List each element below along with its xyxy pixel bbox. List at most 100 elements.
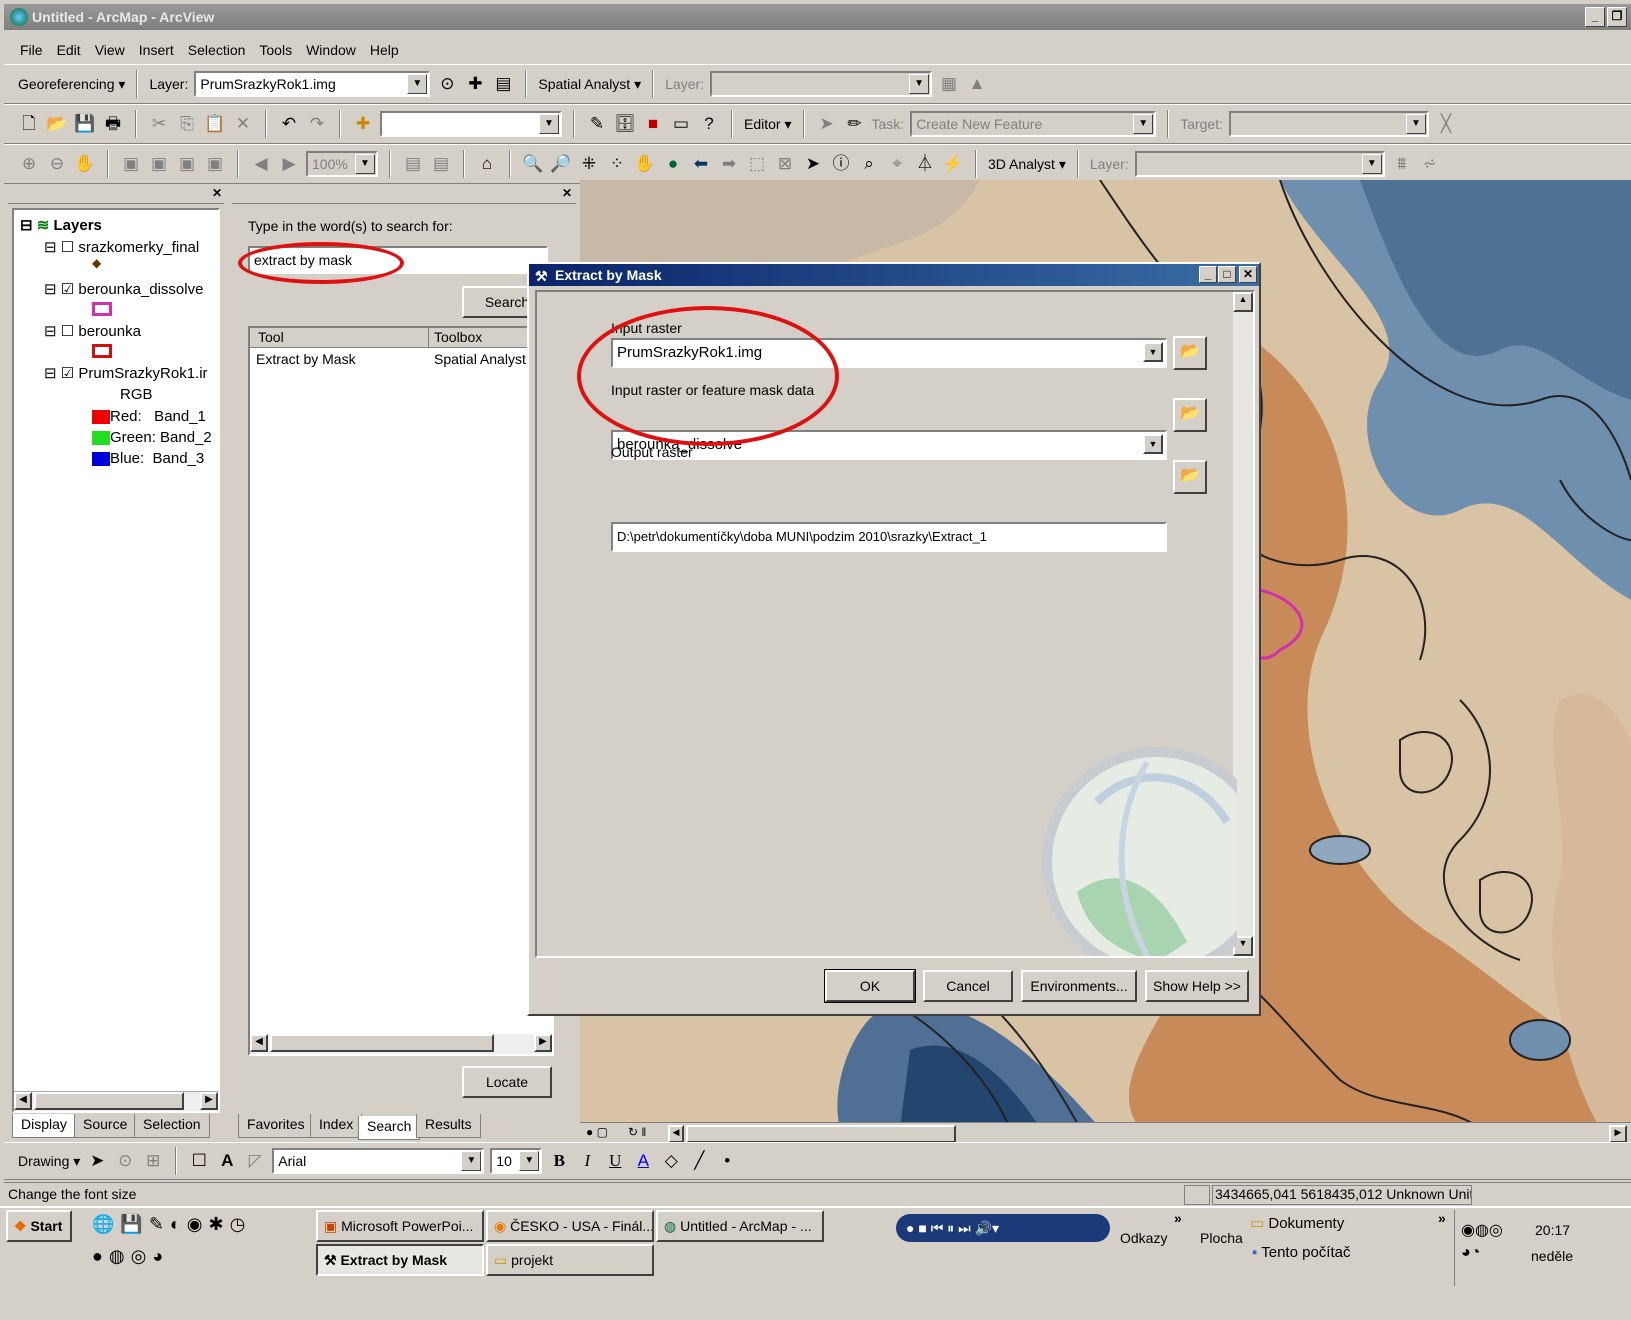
toc-hscrollbar[interactable]: ◀ ▶ bbox=[14, 1091, 218, 1111]
bold-icon[interactable]: B bbox=[548, 1150, 570, 1172]
environments-button[interactable]: Environments... bbox=[1021, 970, 1137, 1002]
scroll-right-icon[interactable]: ▶ bbox=[534, 1034, 552, 1052]
select-elements-icon[interactable]: ➤ bbox=[86, 1150, 108, 1172]
tab-source[interactable]: Source bbox=[74, 1114, 137, 1138]
delete-icon[interactable]: ✕ bbox=[232, 113, 254, 135]
result-row[interactable]: Extract by Mask Spatial Analyst T bbox=[250, 350, 552, 370]
tab-results[interactable]: Results bbox=[416, 1114, 481, 1138]
close-icon[interactable]: ✕ bbox=[212, 186, 222, 200]
scroll-right-icon[interactable]: ▶ bbox=[1609, 1125, 1627, 1143]
odkazy-toolbar[interactable]: Odkazy bbox=[1120, 1230, 1167, 1246]
back-extent-icon[interactable]: ◀ bbox=[250, 153, 272, 175]
zoom-selected-icon[interactable]: ⊞ bbox=[142, 1150, 164, 1172]
cut-icon[interactable]: ✂ bbox=[148, 113, 170, 135]
quick-launch-row2[interactable]: ●◍◎◕ bbox=[92, 1246, 169, 1267]
focus-frame-icon[interactable]: ▤ bbox=[430, 153, 452, 175]
tab-favorites[interactable]: Favorites bbox=[238, 1114, 314, 1138]
arctoolbox-icon[interactable]: ■ bbox=[642, 113, 664, 135]
map-scroll-thumb[interactable] bbox=[686, 1125, 956, 1143]
fixed-zoom-in-icon[interactable]: ⁜ bbox=[578, 153, 600, 175]
scroll-left-icon[interactable]: ◀ bbox=[250, 1034, 268, 1052]
computer-link[interactable]: ▪ Tento počítač bbox=[1252, 1244, 1350, 1261]
full-extent-icon[interactable]: ● bbox=[662, 153, 684, 175]
taskbar-firefox[interactable]: ◉ ČESKO - USA - Finál... bbox=[486, 1210, 654, 1242]
save-icon[interactable]: 💾 bbox=[74, 113, 96, 135]
find-icon[interactable]: ⌕ bbox=[858, 153, 880, 175]
toc-root[interactable]: ⊟ ≋ Layers bbox=[20, 216, 102, 234]
output-raster-input[interactable]: D:\petr\dokumentíčky\doba MUNI\podzim 20… bbox=[611, 522, 1167, 552]
copy-icon[interactable]: ⎘ bbox=[176, 113, 198, 135]
toc-layer-berounka-dissolve[interactable]: ⊟ ☑ berounka_dissolve bbox=[44, 280, 203, 298]
clear-selection-icon[interactable]: ⊠ bbox=[774, 153, 796, 175]
new-text-icon[interactable]: A bbox=[216, 1150, 238, 1172]
target-select[interactable]: ▼ bbox=[1229, 111, 1429, 137]
close-icon[interactable]: ✕ bbox=[562, 186, 572, 200]
layout-full-icon[interactable]: ▣ bbox=[176, 153, 198, 175]
results-hscrollbar[interactable]: ◀ ▶ bbox=[250, 1034, 552, 1054]
edit-vertices-icon[interactable]: ◸ bbox=[244, 1150, 266, 1172]
layer-select[interactable]: PrumSrazkyRok1.img ▼ bbox=[194, 71, 431, 97]
dokumenty-link[interactable]: ▭ Dokumenty bbox=[1250, 1214, 1344, 1232]
scroll-left-icon[interactable]: ◀ bbox=[668, 1125, 684, 1143]
menu-edit[interactable]: Edit bbox=[57, 42, 81, 58]
tray-icons[interactable]: ◉◍◎ bbox=[1461, 1220, 1503, 1240]
toc-layer-prumsrazky[interactable]: ⊟ ☑ PrumSrazkyRok1.ir bbox=[44, 364, 208, 382]
minimize-button[interactable]: _ bbox=[1585, 7, 1605, 27]
locate-button[interactable]: Locate bbox=[462, 1066, 552, 1098]
scroll-left-icon[interactable]: ◀ bbox=[14, 1092, 32, 1110]
show-help-button[interactable]: Show Help >> bbox=[1145, 970, 1249, 1002]
clock-time[interactable]: 20:17 bbox=[1535, 1222, 1570, 1238]
zoom-in-fixed-icon[interactable]: ⊕ bbox=[18, 153, 40, 175]
add-control-points-icon[interactable]: ✚ bbox=[464, 73, 486, 95]
fill-color-icon[interactable]: ◇ bbox=[660, 1150, 682, 1172]
tab-search[interactable]: Search bbox=[358, 1116, 421, 1140]
font-select[interactable]: Arial ▼ bbox=[272, 1148, 485, 1174]
italic-icon[interactable]: I bbox=[576, 1150, 598, 1172]
scale-select[interactable]: ▼ bbox=[380, 111, 562, 137]
steepest-path-icon[interactable]: ⩫ bbox=[1419, 153, 1441, 175]
sketch-tool-icon[interactable]: ✏ bbox=[844, 113, 866, 135]
spatial-analyst-menu[interactable]: Spatial Analyst ▾ bbox=[538, 76, 641, 93]
task-select[interactable]: Create New Feature ▼ bbox=[910, 111, 1157, 137]
refresh-icon[interactable]: ↻ ‖ bbox=[628, 1125, 646, 1139]
tab-selection[interactable]: Selection bbox=[134, 1114, 210, 1138]
menu-file[interactable]: File bbox=[20, 42, 43, 58]
zoom-out-icon[interactable]: 🔎 bbox=[550, 153, 572, 175]
new-document-icon[interactable]: 🗋 bbox=[18, 113, 40, 135]
link-table-icon[interactable]: ▤ bbox=[492, 73, 514, 95]
open-icon[interactable]: 📂 bbox=[46, 113, 68, 135]
restore-button[interactable]: ❐ bbox=[1607, 7, 1627, 27]
taskbar-extract-by-mask[interactable]: ⚒ Extract by Mask bbox=[316, 1244, 484, 1276]
tab-display[interactable]: Display bbox=[12, 1114, 76, 1138]
underline-icon[interactable]: U bbox=[604, 1150, 626, 1172]
3d-analyst-menu[interactable]: 3D Analyst ▾ bbox=[988, 156, 1066, 173]
menu-help[interactable]: Help bbox=[370, 42, 399, 58]
spatial-layer-select[interactable]: ▼ bbox=[710, 71, 933, 97]
edit-tool-icon[interactable]: ➤ bbox=[816, 113, 838, 135]
menu-tools[interactable]: Tools bbox=[259, 42, 292, 58]
editor-toolbar-icon[interactable]: ✎ bbox=[586, 113, 608, 135]
print-icon[interactable]: 🖶 bbox=[102, 113, 124, 135]
hyperlink-icon[interactable]: ⚡ bbox=[942, 153, 964, 175]
zoom-in-icon[interactable]: 🔍 bbox=[522, 153, 544, 175]
col-tool[interactable]: Tool bbox=[258, 329, 284, 345]
taskbar-powerpoint[interactable]: ▣ Microsoft PowerPoi... bbox=[316, 1210, 484, 1242]
drawing-menu[interactable]: Drawing ▾ bbox=[18, 1153, 80, 1170]
forward-icon[interactable]: ➡ bbox=[718, 153, 740, 175]
quick-launch-row1[interactable]: 🌐💾✎◐◉✱◷ bbox=[92, 1214, 251, 1235]
tab-index[interactable]: Index bbox=[310, 1114, 363, 1138]
browse-folder-button[interactable]: 📂 bbox=[1173, 398, 1207, 432]
menu-selection[interactable]: Selection bbox=[188, 42, 246, 58]
col-toolbox[interactable]: Toolbox bbox=[434, 329, 482, 345]
font-color-icon[interactable]: A bbox=[632, 1150, 654, 1172]
plocha-toolbar[interactable]: Plocha bbox=[1200, 1230, 1243, 1246]
rotate-element-icon[interactable]: ⊙ bbox=[114, 1150, 136, 1172]
add-data-icon[interactable]: ✚ bbox=[352, 113, 374, 135]
toc-layer-srazkomerky[interactable]: ⊟ ☐ srazkomerky_final bbox=[44, 238, 199, 256]
select-elements-icon[interactable]: ➤ bbox=[802, 153, 824, 175]
menu-view[interactable]: View bbox=[95, 42, 125, 58]
split-tool-icon[interactable]: ╳ bbox=[1435, 113, 1457, 135]
scroll-thumb[interactable] bbox=[34, 1092, 184, 1110]
browse-folder-button[interactable]: 📂 bbox=[1173, 460, 1207, 494]
undo-icon[interactable]: ↶ bbox=[278, 113, 300, 135]
